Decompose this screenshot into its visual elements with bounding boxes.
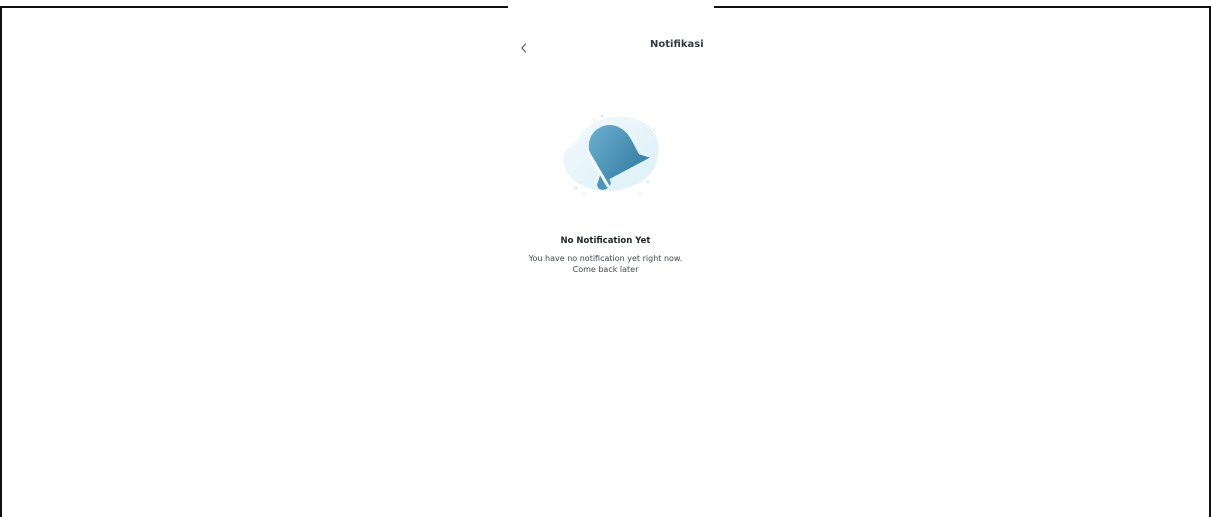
window-tab-notch — [508, 5, 714, 9]
empty-notification-illustration — [558, 110, 664, 204]
empty-state-description: You have no notification yet right now. … — [0, 253, 1211, 275]
empty-state-description-line: You have no notification yet right now. — [528, 254, 683, 263]
chevron-left-icon — [521, 43, 527, 53]
back-button[interactable] — [514, 36, 534, 60]
page-title: Notifikasi — [650, 39, 704, 50]
empty-state-title: No Notification Yet — [560, 236, 651, 246]
empty-state-description-line: Come back later — [572, 265, 639, 274]
bell-off-icon — [563, 114, 659, 195]
header-bar: Notifikasi — [0, 36, 1211, 60]
